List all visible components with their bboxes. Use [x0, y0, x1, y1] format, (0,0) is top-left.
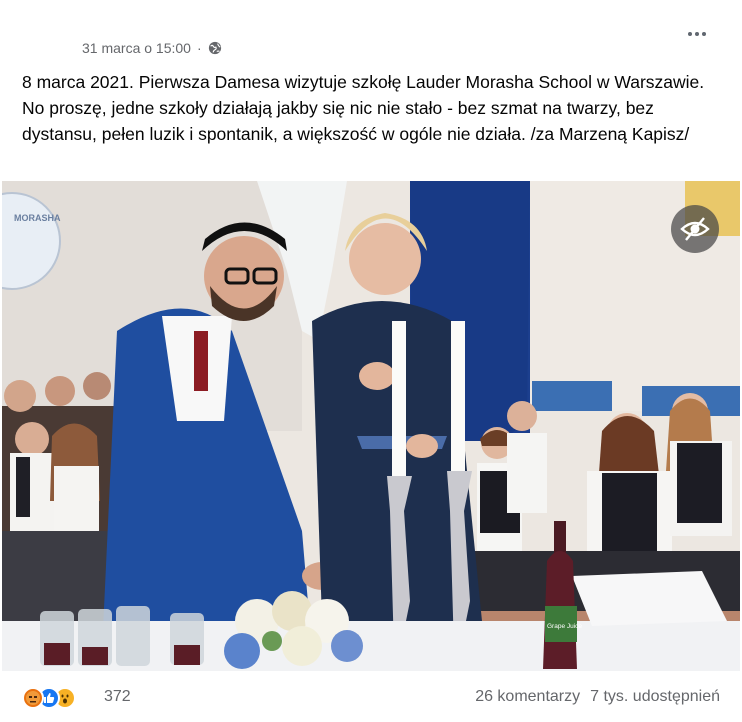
post-photo[interactable]: MORASHA Grape Juice	[2, 181, 740, 671]
meta-separator: ·	[196, 40, 202, 56]
hide-image-button[interactable]	[671, 205, 719, 253]
angry-reaction-icon	[22, 687, 44, 709]
post-footer: 372 26 komentarzy 7 tys. udostępnień	[0, 676, 742, 722]
more-options-icon[interactable]	[684, 24, 710, 44]
photo-scene: MORASHA Grape Juice	[2, 181, 740, 671]
post-header: 31 marca o 15:00 ·	[82, 38, 222, 58]
wine-glasses	[40, 606, 204, 666]
shares-count-link[interactable]: 7 tys. udostępnień	[590, 688, 720, 706]
reaction-count[interactable]: 372	[104, 688, 131, 706]
facebook-post: 31 marca o 15:00 · 8 marca 2021. Pierwsz…	[0, 0, 742, 722]
eye-slash-icon	[680, 217, 710, 241]
post-timestamp[interactable]: 31 marca o 15:00	[82, 40, 191, 56]
post-text: 8 marca 2021. Pierwsza Damesa wizytuje s…	[22, 72, 705, 144]
table	[2, 621, 740, 671]
challah-cover	[572, 571, 727, 626]
globe-icon	[208, 41, 221, 55]
reactions-summary[interactable]	[22, 687, 76, 709]
wall-logo-text: MORASHA	[14, 213, 61, 223]
bottle-label: Grape Juice	[547, 623, 582, 630]
engagement-stats: 26 komentarzy 7 tys. udostępnień	[475, 688, 720, 706]
comments-count-link[interactable]: 26 komentarzy	[475, 688, 580, 706]
